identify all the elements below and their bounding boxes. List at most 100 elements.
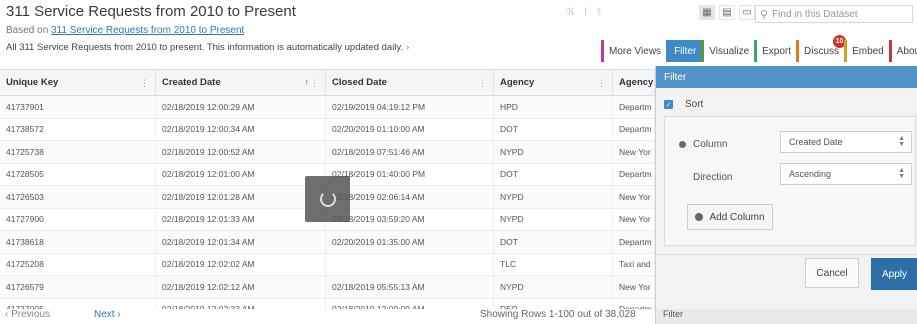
table-cell: 02/18/2019 12:02:02 AM: [156, 253, 326, 275]
row-count-status: Showing Rows 1-100 out of 38,028: [480, 309, 636, 320]
share-links: ℜ f 𝕥: [566, 7, 602, 18]
table-row[interactable]: 41725738 02/18/2019 12:00:52 AM 02/18/2019…: [0, 141, 655, 164]
table-cell: 41726579: [0, 276, 156, 298]
table-cell: 02/20/2019 01:10:00 AM: [326, 118, 494, 140]
next-page-link[interactable]: Next ›: [94, 309, 121, 320]
search-input[interactable]: ⚲ Find in this Dataset: [755, 5, 913, 23]
pagination-bar: ‹ Previous Next › Showing Rows 1-100 out…: [0, 309, 917, 324]
tab-embed[interactable]: Embed: [844, 40, 889, 62]
direction-label: Direction: [693, 172, 732, 183]
dataset-description: All 311 Service Requests from 2010 to pr…: [6, 42, 456, 64]
tab-about[interactable]: About: [888, 40, 917, 62]
expand-description-icon[interactable]: ›: [406, 42, 409, 53]
table-cell: Departm: [613, 163, 655, 185]
page-view-icon[interactable]: ▭: [739, 5, 755, 20]
table-cell: New Yor: [613, 186, 655, 208]
table-cell: New Yor: [613, 208, 655, 230]
table-cell: 02/18/2019 12:01:33 AM: [156, 208, 326, 230]
twitter-icon[interactable]: 𝕥: [597, 7, 602, 18]
table-row[interactable]: 4173700502/18/2019 12:02:33 AM02/18/2019…: [0, 298, 655, 309]
table-cell: TLC: [494, 253, 613, 275]
facebook-icon[interactable]: f: [584, 7, 587, 18]
table-row[interactable]: 41737901 02/18/2019 12:00:29 AM 02/19/2019…: [0, 96, 655, 119]
table-cell: Departm: [613, 96, 655, 118]
action-tabs: More Views Filter Visualize Export Discu…: [601, 35, 917, 62]
search-placeholder: Find in this Dataset: [772, 8, 858, 20]
list-view-icon[interactable]: ▤: [719, 5, 735, 20]
table-cell: DOT: [494, 231, 613, 253]
tab-visualize[interactable]: Visualize: [701, 40, 755, 62]
description-text: All 311 Service Requests from 2010 to pr…: [6, 42, 404, 53]
column-header-agency-name[interactable]: Agency: [613, 70, 655, 95]
table-cell: 02/18/2019 12:01:00 AM: [156, 163, 326, 185]
sort-label: Sort: [685, 99, 704, 110]
table-cell: 41726503: [0, 186, 156, 208]
table-cell: 02/18/2019 12:00:52 AM: [156, 141, 326, 163]
table-cell: 02/18/2019 01:40:00 PM: [326, 163, 494, 185]
remove-column-icon[interactable]: [679, 141, 686, 148]
checkbox-checked-icon[interactable]: ✓: [664, 100, 673, 109]
apply-button[interactable]: Apply: [871, 258, 917, 290]
table-row[interactable]: 41738618 02/18/2019 12:01:34 AM 02/20/2019…: [0, 231, 655, 254]
filter-actions: Cancel Apply: [656, 254, 917, 309]
table-cell: 41738618: [0, 231, 156, 253]
column-title: Unique Key: [6, 77, 59, 88]
table-cell: 02/18/2019 12:01:28 AM: [156, 186, 326, 208]
table-cell: NYPD: [494, 186, 613, 208]
table-cell: New Yor: [613, 141, 655, 163]
table-cell: 41725738: [0, 141, 156, 163]
tab-label: Export: [762, 45, 792, 57]
filter-panel-footer: Filter: [655, 309, 917, 324]
tab-filter[interactable]: Filter: [666, 40, 702, 62]
column-title: Agency: [619, 77, 654, 88]
tab-label: More Views: [609, 45, 662, 57]
column-label: Column: [679, 139, 727, 150]
based-on-line: Based on 311 Service Requests from 2010 …: [6, 25, 244, 36]
search-icon: ⚲: [760, 8, 769, 21]
table-cell: 02/18/2019 12:00:34 AM: [156, 118, 326, 140]
select-arrows-icon: ▲ ▼: [898, 135, 905, 148]
table-cell: DOT: [494, 163, 613, 185]
sort-ascending-icon: ↑: [304, 77, 310, 87]
column-header-agency[interactable]: Agency ⋮: [494, 70, 613, 95]
tab-label: Embed: [852, 45, 884, 57]
table-cell: 02/18/2019 12:09:09 AM: [326, 298, 494, 309]
column-menu-icon[interactable]: ⋮: [478, 78, 487, 89]
add-column-label: Add Column: [709, 211, 765, 223]
page-title: 311 Service Requests from 2010 to Presen…: [6, 3, 296, 20]
table-row[interactable]: 41738572 02/18/2019 12:00:34 AM 02/20/2019…: [0, 118, 655, 141]
filter-panel-header: Filter: [656, 66, 917, 88]
rss-icon[interactable]: ℜ: [566, 7, 574, 18]
previous-page-link[interactable]: ‹ Previous: [5, 309, 50, 320]
tab-more-views[interactable]: More Views: [601, 40, 667, 62]
table-cell: New Yor: [613, 276, 655, 298]
column-menu-icon[interactable]: ⋮: [597, 78, 606, 89]
table-cell: 02/18/2019 07:51:46 AM: [326, 141, 494, 163]
tab-label: Filter: [674, 45, 697, 57]
based-on-link[interactable]: 311 Service Requests from 2010 to Presen…: [51, 25, 244, 36]
sort-column-select[interactable]: Created Date ▲ ▼: [780, 131, 912, 153]
table-cell: 02/18/2019 12:01:34 AM: [156, 231, 326, 253]
table-cell: HPD: [494, 96, 613, 118]
column-header-created-date[interactable]: Created Date ↑ ⋮: [156, 70, 326, 95]
sort-direction-select[interactable]: Ascending ▲ ▼: [780, 163, 912, 185]
table-row[interactable]: 41726579 02/18/2019 12:02:12 AM 02/18/2019…: [0, 276, 655, 299]
table-cell: 02/18/2019 03:59:20 AM: [326, 208, 494, 230]
column-menu-icon[interactable]: ⋮: [140, 78, 149, 89]
add-column-button[interactable]: Add Column: [687, 204, 773, 230]
table-cell: 41728505: [0, 163, 156, 185]
sort-toggle[interactable]: ✓ Sort: [664, 99, 703, 110]
column-header-unique-key[interactable]: Unique Key ⋮: [0, 70, 156, 95]
table-cell: NYPD: [494, 208, 613, 230]
table-row[interactable]: 41725208 02/18/2019 12:02:02 AM TLC Taxi an…: [0, 253, 655, 276]
tab-label: About: [896, 45, 917, 57]
column-menu-icon[interactable]: ⋮: [310, 78, 319, 89]
table-cell: 41738572: [0, 118, 156, 140]
tab-export[interactable]: Export: [754, 40, 797, 62]
tab-discuss[interactable]: Discuss 10: [796, 35, 847, 62]
table-cell: DOT: [494, 118, 613, 140]
cancel-button[interactable]: Cancel: [805, 258, 859, 288]
grid-view-icon[interactable]: ▦: [699, 5, 715, 20]
column-header-closed-date[interactable]: Closed Date ⋮: [326, 70, 494, 95]
filter-footer-label: Filter: [663, 309, 683, 319]
